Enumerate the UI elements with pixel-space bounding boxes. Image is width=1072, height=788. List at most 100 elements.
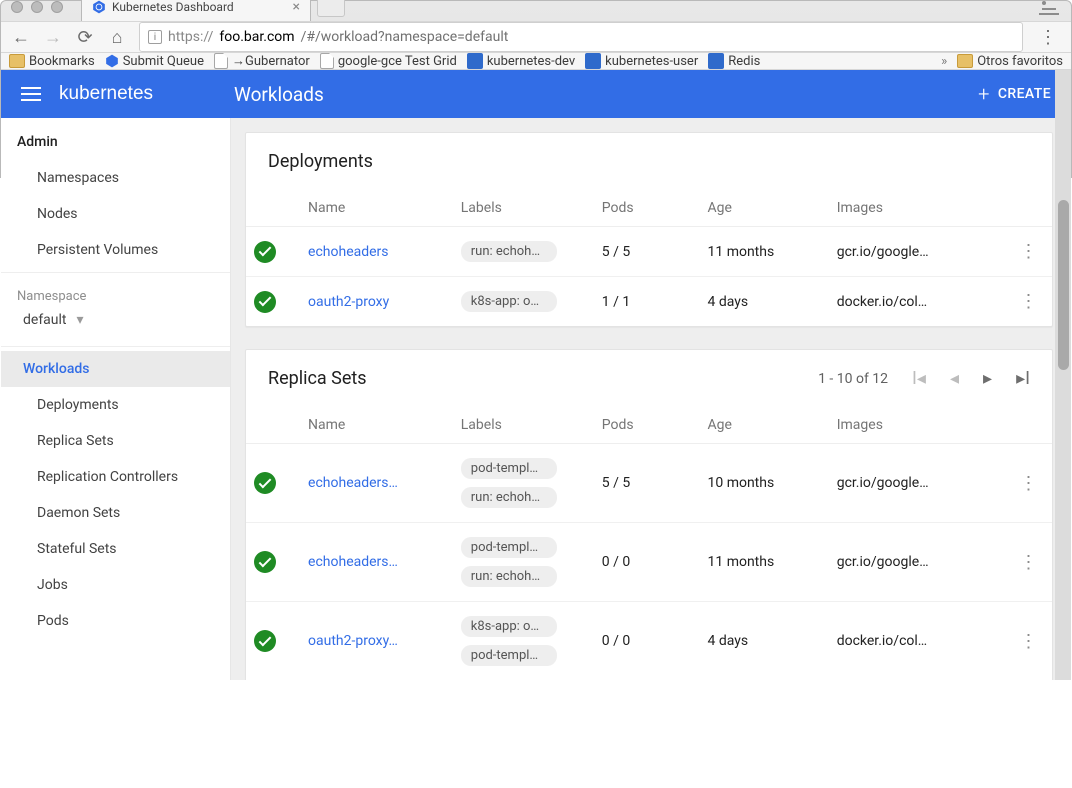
back-icon[interactable]: ← xyxy=(11,27,31,48)
label-chip[interactable]: pod-templ… xyxy=(461,645,557,666)
column-header[interactable]: Images xyxy=(829,407,1005,444)
row-menu-icon[interactable]: ⋮ xyxy=(1019,241,1037,262)
kubernetes-icon xyxy=(105,54,119,68)
sidebar-item[interactable]: Pods xyxy=(1,603,230,639)
bookmark-overflow-icon[interactable]: » xyxy=(941,54,947,69)
app-viewport: kubernetes Workloads + CREATE Admin Name… xyxy=(1,70,1071,680)
url-host: foo.bar.com xyxy=(219,29,294,45)
age-cell: 4 days xyxy=(699,602,828,681)
status-ok-icon xyxy=(254,551,276,573)
create-button[interactable]: + CREATE xyxy=(978,85,1051,103)
scrollbar-thumb[interactable] xyxy=(1058,200,1069,370)
page-title: Workloads xyxy=(234,83,324,106)
sidebar-item-workloads[interactable]: Workloads xyxy=(1,351,230,387)
site-icon xyxy=(467,53,483,69)
replicasets-table: Name Labels Pods Age Images echoheaders…… xyxy=(246,407,1052,680)
label-chip[interactable]: run: echoh… xyxy=(461,566,557,587)
label-chip[interactable]: run: echoh… xyxy=(461,487,557,508)
pods-cell: 0 / 0 xyxy=(594,523,700,602)
namespace-label: Namespace xyxy=(1,277,230,304)
card-header: Replica Sets 1 - 10 of 12 I◂ ◂ ▸ ▸I xyxy=(246,350,1052,407)
sidebar-item[interactable]: Nodes xyxy=(1,196,230,232)
column-header[interactable]: Pods xyxy=(594,407,700,444)
column-header[interactable]: Name xyxy=(300,407,453,444)
bookmark-gubernator[interactable]: →Gubernator xyxy=(214,53,310,69)
home-icon[interactable]: ⌂ xyxy=(107,27,127,48)
bookmark-k8s-dev[interactable]: kubernetes-dev xyxy=(467,53,575,69)
column-header[interactable]: Name xyxy=(300,190,453,227)
browser-menu-icon[interactable]: ⋮ xyxy=(1035,27,1061,48)
forward-icon[interactable]: → xyxy=(43,27,63,48)
sidebar-item[interactable]: Namespaces xyxy=(1,160,230,196)
images-cell: gcr.io/google… xyxy=(837,475,997,491)
menu-icon[interactable] xyxy=(21,87,41,101)
close-tab-icon[interactable]: × xyxy=(293,0,300,15)
resource-link[interactable]: oauth2-proxy… xyxy=(308,633,445,649)
column-header[interactable]: Images xyxy=(829,190,1005,227)
sidebar-item[interactable]: Stateful Sets xyxy=(1,531,230,567)
column-header[interactable]: Age xyxy=(699,190,828,227)
status-ok-icon xyxy=(254,291,276,313)
column-header[interactable]: Labels xyxy=(453,407,594,444)
images-cell: gcr.io/google… xyxy=(837,244,997,260)
age-cell: 4 days xyxy=(699,277,828,327)
row-menu-icon[interactable]: ⋮ xyxy=(1019,631,1037,652)
card-title: Deployments xyxy=(246,133,1052,190)
label-chip[interactable]: pod-templ… xyxy=(461,458,557,479)
row-menu-icon[interactable]: ⋮ xyxy=(1019,473,1037,494)
bookmark-submit-queue[interactable]: Submit Queue xyxy=(105,54,204,69)
first-page-icon[interactable]: I◂ xyxy=(912,368,926,389)
sidebar-item[interactable]: Daemon Sets xyxy=(1,495,230,531)
bookmark-folder[interactable]: Bookmarks xyxy=(9,54,95,69)
resource-link[interactable]: echoheaders… xyxy=(308,475,445,491)
bookmark-k8s-user[interactable]: kubernetes-user xyxy=(585,53,698,69)
next-page-icon[interactable]: ▸ xyxy=(983,368,992,389)
new-tab-button[interactable] xyxy=(317,0,345,17)
age-cell: 10 months xyxy=(699,444,828,523)
label-chip[interactable]: k8s-app: o… xyxy=(461,616,557,637)
resource-link[interactable]: echoheaders xyxy=(308,244,445,260)
column-header[interactable]: Pods xyxy=(594,190,700,227)
sidebar-section-admin[interactable]: Admin xyxy=(1,118,230,160)
resource-link[interactable]: oauth2-proxy xyxy=(308,294,445,310)
browser-tab[interactable]: Kubernetes Dashboard × xyxy=(81,0,311,21)
row-menu-icon[interactable]: ⋮ xyxy=(1019,291,1037,312)
sidebar-item[interactable]: Persistent Volumes xyxy=(1,232,230,268)
sidebar-divider xyxy=(1,272,230,273)
prev-page-icon[interactable]: ◂ xyxy=(950,368,959,389)
content-area: Deployments Name Labels Pods Age Images … xyxy=(231,118,1071,680)
label-chip[interactable]: k8s-app: o… xyxy=(461,291,557,312)
last-page-icon[interactable]: ▸I xyxy=(1016,368,1030,389)
reload-icon[interactable]: ⟳ xyxy=(75,27,95,48)
folder-icon xyxy=(9,54,25,68)
sidebar-item[interactable]: Deployments xyxy=(1,387,230,423)
create-label: CREATE xyxy=(998,86,1051,102)
kubernetes-favicon-icon xyxy=(92,0,106,14)
label-chip[interactable]: pod-templ… xyxy=(461,537,557,558)
chrome-account-icon[interactable] xyxy=(1039,1,1059,15)
dropdown-icon: ▾ xyxy=(77,312,84,328)
pods-cell: 5 / 5 xyxy=(594,444,700,523)
bookmark-bar: Bookmarks Submit Queue →Gubernator googl… xyxy=(1,53,1071,70)
address-bar[interactable]: i https://foo.bar.com/#/workload?namespa… xyxy=(139,22,1023,52)
label-chip[interactable]: run: echoh… xyxy=(461,241,557,262)
app-logo[interactable]: kubernetes xyxy=(59,83,234,105)
app-header: kubernetes Workloads + CREATE xyxy=(1,70,1071,118)
bookmark-test-grid[interactable]: google-gce Test Grid xyxy=(320,53,457,69)
sidebar-item[interactable]: Replication Controllers xyxy=(1,459,230,495)
table-row: echoheadersrun: echoh…5 / 511 monthsgcr.… xyxy=(246,227,1052,277)
bookmark-other-folder[interactable]: Otros favoritos xyxy=(957,54,1063,69)
site-info-icon[interactable]: i xyxy=(148,30,162,44)
sidebar-item[interactable]: Jobs xyxy=(1,567,230,603)
column-header[interactable]: Age xyxy=(699,407,828,444)
status-ok-icon xyxy=(254,472,276,494)
row-menu-icon[interactable]: ⋮ xyxy=(1019,552,1037,573)
scrollbar-track[interactable] xyxy=(1055,70,1071,680)
images-cell: docker.io/col… xyxy=(837,633,997,649)
sidebar-item[interactable]: Replica Sets xyxy=(1,423,230,459)
column-header[interactable]: Labels xyxy=(453,190,594,227)
bookmark-redis[interactable]: Redis xyxy=(708,53,760,69)
namespace-select[interactable]: default ▾ xyxy=(1,304,230,342)
resource-link[interactable]: echoheaders… xyxy=(308,554,445,570)
plus-icon: + xyxy=(978,85,990,103)
